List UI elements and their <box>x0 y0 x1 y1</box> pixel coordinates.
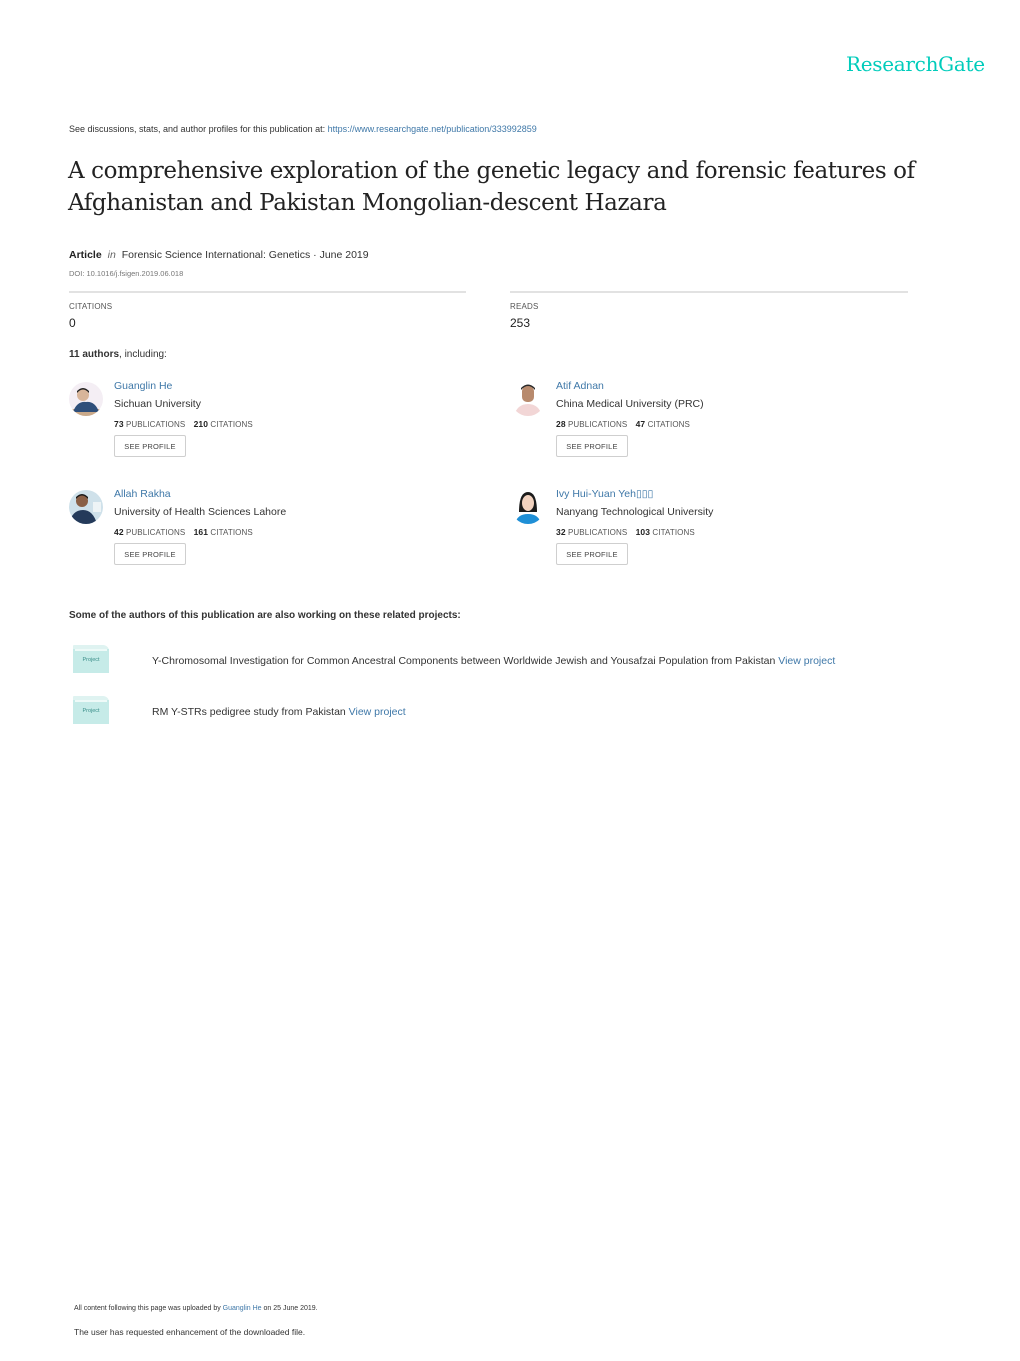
person-photo-icon <box>511 382 545 416</box>
researchgate-logo[interactable]: ResearchGate <box>846 52 985 76</box>
project-title: RM Y-STRs pedigree study from Pakistan <box>152 706 349 718</box>
author-stats: 73 PUBLICATIONS 210 CITATIONS <box>114 419 253 429</box>
project-title: Y-Chromosomal Investigation for Common A… <box>152 655 779 667</box>
publications-label: PUBLICATIONS <box>125 528 186 537</box>
citations-label: CITATIONS <box>652 528 695 537</box>
author-card: Guanglin He Sichuan University 73 PUBLIC… <box>69 380 469 480</box>
author-card: Atif Adnan China Medical University (PRC… <box>511 380 911 480</box>
upload-note: All content following this page was uplo… <box>74 1305 318 1312</box>
project-icon-label: Project <box>82 657 100 663</box>
author-card: Ivy Hui-Yuan Yeh▯▯▯ Nanyang Technologica… <box>511 488 911 588</box>
citations-count: 103 <box>635 527 651 537</box>
publications-count: 32 <box>556 527 566 537</box>
in-label: in <box>107 249 116 261</box>
avatar[interactable] <box>69 382 103 416</box>
view-project-link[interactable]: View project <box>349 706 406 718</box>
author-stats: 28 PUBLICATIONS 47 CITATIONS <box>556 419 690 429</box>
publication-meta: Article in Forensic Science Internationa… <box>69 249 369 261</box>
publication-url-link[interactable]: https://www.researchgate.net/publication… <box>328 124 537 134</box>
publications-count: 28 <box>556 419 566 429</box>
project-folder-icon[interactable]: Project <box>73 696 109 724</box>
authors-suffix: , including: <box>119 349 167 360</box>
publications-label: PUBLICATIONS <box>567 528 628 537</box>
related-project-item: Y-Chromosomal Investigation for Common A… <box>152 655 835 667</box>
person-photo-icon <box>69 490 103 524</box>
see-profile-button[interactable]: SEE PROFILE <box>114 435 186 457</box>
project-icon-label: Project <box>82 708 100 714</box>
uploader-link[interactable]: Guanglin He <box>223 1305 262 1312</box>
publications-count: 42 <box>114 527 124 537</box>
author-stats: 32 PUBLICATIONS 103 CITATIONS <box>556 527 695 537</box>
see-discussions-line: See discussions, stats, and author profi… <box>69 124 537 134</box>
avatar[interactable] <box>511 382 545 416</box>
citations-count: 161 <box>193 527 209 537</box>
citations-divider <box>69 291 466 293</box>
author-card: Allah Rakha University of Health Science… <box>69 488 469 588</box>
upload-suffix: on 25 June 2019. <box>261 1305 318 1312</box>
see-profile-button[interactable]: SEE PROFILE <box>114 543 186 565</box>
upload-prefix: All content following this page was uplo… <box>74 1305 223 1312</box>
related-projects-heading: Some of the authors of this publication … <box>69 610 461 621</box>
person-photo-icon <box>69 382 103 416</box>
view-project-link[interactable]: View project <box>778 655 835 667</box>
see-discussions-text: See discussions, stats, and author profi… <box>69 124 328 134</box>
doi: DOI: 10.1016/j.fsigen.2019.06.018 <box>69 269 184 278</box>
journal-info: Forensic Science International: Genetics… <box>121 249 369 261</box>
author-institution: Nanyang Technological University <box>556 506 714 518</box>
reads-value: 253 <box>510 316 531 330</box>
related-project-item: RM Y-STRs pedigree study from Pakistan V… <box>152 706 406 718</box>
reads-label: READS <box>510 302 539 311</box>
citations-count: 47 <box>635 419 646 429</box>
publication-title: A comprehensive exploration of the genet… <box>68 158 915 216</box>
authors-count: 11 authors <box>69 349 120 360</box>
enhancement-note: The user has requested enhancement of th… <box>74 1327 306 1337</box>
publications-label: PUBLICATIONS <box>567 420 628 429</box>
author-institution: China Medical University (PRC) <box>556 398 704 410</box>
avatar[interactable] <box>511 490 545 524</box>
citations-count: 210 <box>193 419 209 429</box>
avatar[interactable] <box>69 490 103 524</box>
citations-label: CITATIONS <box>210 528 253 537</box>
see-profile-button[interactable]: SEE PROFILE <box>556 543 628 565</box>
author-name-link[interactable]: Ivy Hui-Yuan Yeh▯▯▯ <box>556 488 653 500</box>
see-profile-button[interactable]: SEE PROFILE <box>556 435 628 457</box>
author-institution: Sichuan University <box>114 398 201 410</box>
authors-summary: 11 authors, including: <box>69 349 167 360</box>
author-institution: University of Health Sciences Lahore <box>114 506 287 518</box>
citations-label: CITATIONS <box>210 420 253 429</box>
person-photo-icon <box>511 490 545 524</box>
author-name-link[interactable]: Guanglin He <box>114 380 172 392</box>
author-name-link[interactable]: Atif Adnan <box>556 380 604 392</box>
author-stats: 42 PUBLICATIONS 161 CITATIONS <box>114 527 253 537</box>
publication-type: Article <box>69 249 102 261</box>
publications-label: PUBLICATIONS <box>125 420 186 429</box>
citations-label: CITATIONS <box>647 420 690 429</box>
citations-label: CITATIONS <box>69 302 113 311</box>
publications-count: 73 <box>114 419 124 429</box>
citations-value: 0 <box>69 316 76 330</box>
reads-divider <box>510 291 908 293</box>
author-name-link[interactable]: Allah Rakha <box>114 488 171 500</box>
project-folder-icon[interactable]: Project <box>73 645 109 673</box>
